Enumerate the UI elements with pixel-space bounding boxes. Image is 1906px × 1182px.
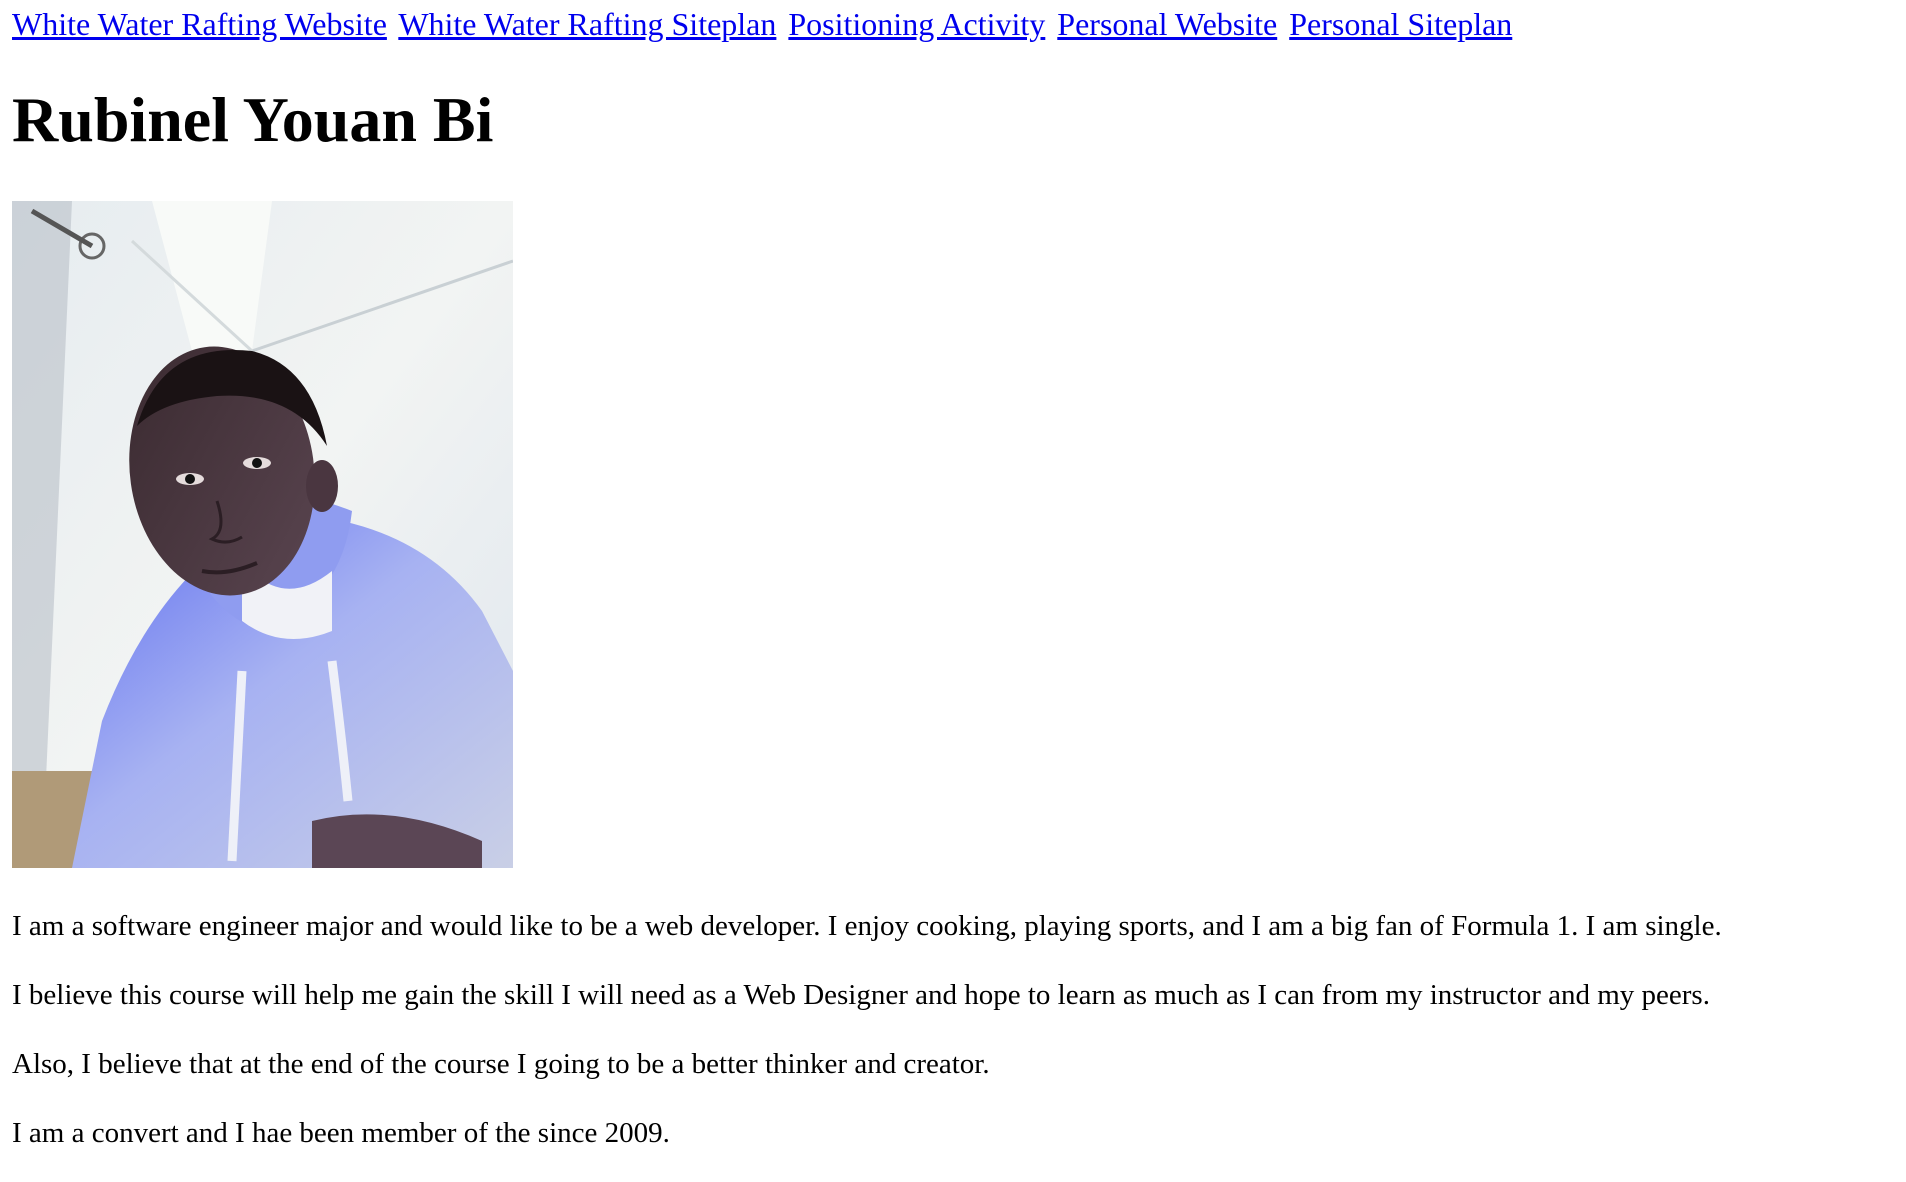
nav-link-positioning-activity[interactable]: Positioning Activity <box>788 6 1045 42</box>
paragraph-bio: I am a software engineer major and would… <box>12 910 1722 942</box>
paragraph-convert: I am a convert and I hae been member of … <box>12 1117 670 1149</box>
nav-link-personal-siteplan[interactable]: Personal Siteplan <box>1289 6 1512 42</box>
nav-link-personal-website[interactable]: Personal Website <box>1057 6 1277 42</box>
profile-photo <box>12 201 513 868</box>
top-nav: White Water Rafting Website White Water … <box>12 4 1516 44</box>
nav-link-white-water-rafting-website[interactable]: White Water Rafting Website <box>12 6 387 42</box>
page-title: Rubinel Youan Bi <box>12 84 494 155</box>
paragraph-course-goals: I believe this course will help me gain … <box>12 979 1710 1011</box>
nav-link-white-water-rafting-siteplan[interactable]: White Water Rafting Siteplan <box>398 6 776 42</box>
paragraph-outcome: Also, I believe that at the end of the c… <box>12 1048 990 1080</box>
